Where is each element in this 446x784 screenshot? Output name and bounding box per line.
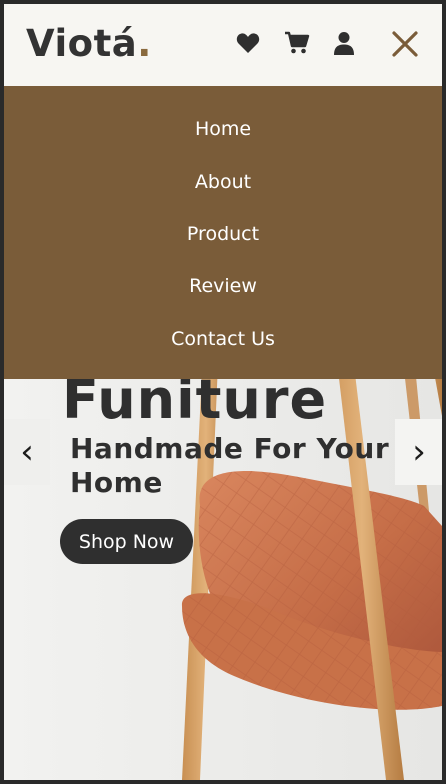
menu-item-about[interactable]: About (4, 171, 442, 193)
slider-next-button[interactable]: › (395, 419, 442, 485)
cart-icon[interactable] (284, 30, 310, 56)
menu-item-product[interactable]: Product (4, 223, 442, 245)
chevron-left-icon: ‹ (20, 432, 34, 472)
slider-prev-button[interactable]: ‹ (4, 419, 50, 485)
brand-name: Viotá (26, 22, 138, 65)
nav-menu: Home About Product Review Contact Us (4, 86, 442, 379)
brand-logo[interactable]: Viotá. (26, 22, 152, 65)
app-frame: Funiture Handmade For Your Home Shop Now… (4, 4, 442, 780)
hero-subtitle: Handmade For Your Home (70, 432, 390, 499)
shop-now-button[interactable]: Shop Now (60, 519, 193, 564)
menu-item-contact-us[interactable]: Contact Us (4, 328, 442, 350)
menu-item-review[interactable]: Review (4, 275, 442, 297)
site-header: Viotá. (4, 4, 442, 86)
heart-icon[interactable] (235, 30, 261, 56)
close-icon[interactable] (390, 29, 420, 59)
brand-dot: . (137, 22, 152, 65)
menu-item-home[interactable]: Home (4, 118, 442, 140)
user-icon[interactable] (331, 30, 357, 56)
chevron-right-icon: › (412, 432, 426, 472)
